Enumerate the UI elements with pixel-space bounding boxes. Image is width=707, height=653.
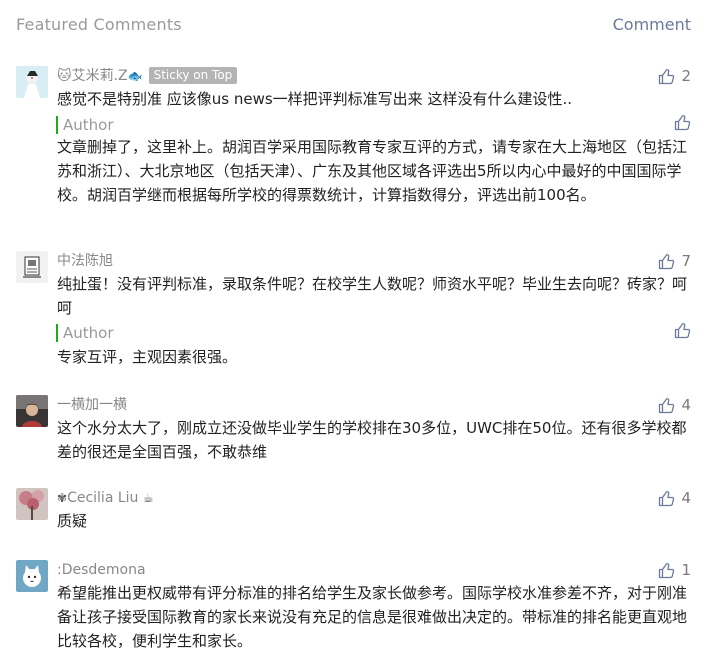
avatar[interactable] bbox=[16, 488, 48, 520]
author-reply-text: 专家互评，主观因素很强。 bbox=[57, 348, 238, 366]
like-button[interactable]: 7 bbox=[658, 251, 691, 271]
thumbs-up-icon bbox=[659, 490, 675, 506]
thumbs-up-icon bbox=[674, 323, 691, 339]
like-button[interactable]: 4 bbox=[658, 395, 691, 415]
sticky-badge: Sticky on Top bbox=[148, 67, 238, 84]
thumbs-up-icon bbox=[659, 562, 675, 578]
avatar[interactable] bbox=[16, 395, 48, 427]
thumbs-up-icon bbox=[659, 68, 675, 84]
comment-nickname: :Desdemona bbox=[57, 562, 146, 578]
like-button[interactable]: 2 bbox=[658, 66, 691, 86]
comment-nickname: ✾Cecilia Liu ☕ bbox=[57, 490, 154, 506]
write-comment-link[interactable]: Comment bbox=[613, 15, 691, 34]
thumbs-up-icon bbox=[674, 115, 691, 131]
comment-text: 希望能推出更权威带有评分标准的排名给学生及家长做参考。国际学校水准参差不齐，对于… bbox=[57, 584, 688, 650]
like-count: 7 bbox=[681, 252, 691, 270]
comment-text: 纯扯蛋！没有评判标准，录取条件呢？在校学生人数呢？师资水平呢？毕业生去向呢？砖家… bbox=[57, 275, 688, 317]
avatar[interactable] bbox=[16, 66, 48, 98]
like-count: 1 bbox=[681, 561, 691, 579]
featured-comments-title: Featured Comments bbox=[16, 15, 182, 34]
fish-emoji-icon: 🐟 bbox=[127, 69, 143, 83]
comment-nickname: 一横加一横 bbox=[57, 397, 127, 413]
author-reply-label: Author bbox=[56, 324, 114, 342]
like-count: 4 bbox=[681, 489, 691, 507]
author-reply-label: Author bbox=[56, 116, 114, 134]
comment-text: 这个水分太大了，刚成立还没做毕业学生的学校排在30多位，UWC排在50位。还有很… bbox=[57, 419, 687, 461]
comment-nickname: 中法陈旭 bbox=[57, 253, 113, 269]
cup-emoji-icon: ☕ bbox=[142, 491, 154, 505]
thumbs-up-icon bbox=[659, 397, 675, 413]
reply-like-button[interactable] bbox=[674, 114, 691, 135]
like-count: 2 bbox=[681, 67, 691, 85]
comments-header: Featured Comments Comment bbox=[0, 0, 707, 52]
reply-like-button[interactable] bbox=[674, 322, 691, 343]
avatar[interactable] bbox=[16, 560, 48, 592]
author-reply-text: 文章删掉了，这里补上。胡润百学采用国际教育专家互评的方式，请专家在大上海地区（包… bbox=[57, 138, 688, 204]
thumbs-up-icon bbox=[659, 253, 675, 269]
like-button[interactable]: 4 bbox=[658, 488, 691, 508]
comment-text: 质疑 bbox=[57, 512, 88, 530]
like-count: 4 bbox=[681, 396, 691, 414]
avatar[interactable] bbox=[16, 251, 48, 283]
flower-emoji-icon: ✾ bbox=[57, 491, 68, 505]
like-button[interactable]: 1 bbox=[658, 560, 691, 580]
comment-nickname: 🐱艾米莉.Z🐟 Sticky on Top bbox=[57, 66, 238, 86]
comment-text: 感觉不是特别准 应该像us news一样把评判标准写出来 这样没有什么建设性.. bbox=[57, 90, 572, 108]
